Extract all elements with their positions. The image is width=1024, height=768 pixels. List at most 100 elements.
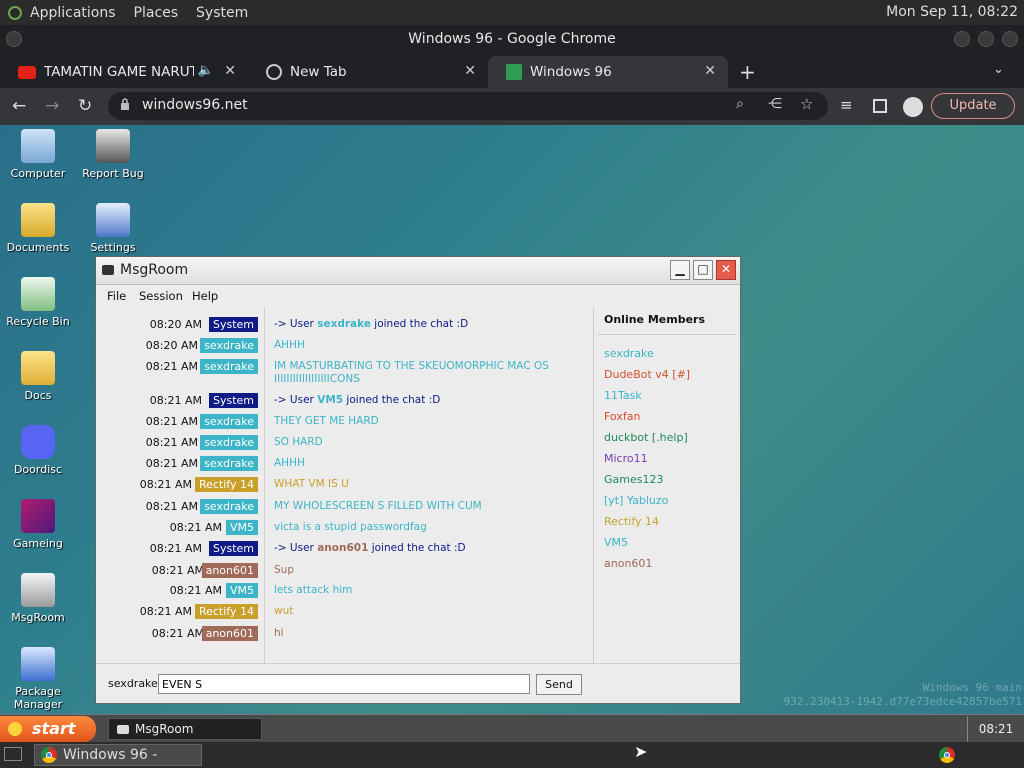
desktop-icon-package-manager[interactable]: Package Manager: [0, 647, 76, 711]
message-user-badge[interactable]: sexdrake: [200, 456, 258, 471]
member-name[interactable]: Games123: [604, 473, 663, 486]
speaker-icon[interactable]: 🔈: [198, 63, 214, 78]
win96-taskbar: start MsgRoom 08:21: [0, 714, 1024, 743]
start-button[interactable]: start: [0, 716, 96, 742]
message-text: AHHH: [274, 457, 305, 469]
host-taskbar: Windows 96 - Goog... ➤: [0, 742, 1024, 768]
message-user-badge[interactable]: sexdrake: [200, 499, 258, 514]
message-user-badge[interactable]: sexdrake: [200, 338, 258, 353]
menu-help[interactable]: Help: [192, 289, 218, 303]
desktop-icon-computer[interactable]: Computer: [0, 129, 76, 180]
desktop-icon-gameing[interactable]: Gameing: [0, 499, 76, 550]
desktop-icon-settings[interactable]: Settings: [75, 203, 151, 254]
message-user-badge[interactable]: Rectify 14: [194, 477, 258, 492]
desktop-icon-label: Gameing: [13, 537, 63, 550]
forward-arrow-icon[interactable]: →: [45, 96, 59, 116]
tab-close-icon[interactable]: ✕: [704, 63, 716, 79]
message-user-badge[interactable]: System: [208, 317, 258, 332]
msgroom-menubar: File Session Help: [96, 285, 740, 307]
message-timestamp: 08:21 AM: [145, 457, 198, 470]
message-text: -> User anon601 joined the chat :D: [274, 542, 564, 555]
member-name[interactable]: DudeBot v4 [#]: [604, 368, 690, 381]
reading-list-icon[interactable]: ≡: [840, 96, 853, 114]
message-user-badge[interactable]: anon601: [201, 626, 258, 641]
send-button[interactable]: Send: [536, 674, 582, 695]
panel-clock[interactable]: Mon Sep 11, 08:22: [886, 4, 1018, 20]
desktop-icon-docs[interactable]: Docs: [0, 351, 76, 402]
tab-close-icon[interactable]: ✕: [224, 63, 236, 79]
menu-file[interactable]: File: [107, 289, 126, 303]
taskbar-item-label: MsgRoom: [135, 722, 194, 736]
maximize-button[interactable]: □: [693, 260, 713, 280]
desktop-icon-report-bug[interactable]: Report Bug: [75, 129, 151, 180]
desktop-icon-label: Settings: [90, 241, 136, 254]
desktop-icon-recycle-bin[interactable]: Recycle Bin: [0, 277, 76, 328]
side-panel-icon[interactable]: [873, 99, 887, 113]
address-bar[interactable]: windows96.net ⌕ ⋲ ☆: [108, 92, 828, 120]
menu-applications[interactable]: Applications: [30, 5, 116, 21]
new-tab-plus-icon[interactable]: +: [739, 60, 756, 84]
member-name[interactable]: Rectify 14: [604, 515, 659, 528]
desktop-icon-label: Recycle Bin: [6, 315, 70, 328]
msgroom-titlebar[interactable]: MsgRoom ▁ □ ✕: [96, 257, 740, 285]
profile-avatar-icon[interactable]: [903, 97, 923, 117]
tab-close-icon[interactable]: ✕: [464, 63, 476, 79]
current-username: sexdrake: [108, 677, 158, 690]
msgroom-window: MsgRoom ▁ □ ✕ File Session Help 08:20 AM…: [95, 256, 741, 704]
system-prefix: -> User: [274, 542, 318, 554]
minimize-icon[interactable]: [954, 31, 970, 47]
member-name[interactable]: Micro11: [604, 452, 648, 465]
message-text: -> User VM5 joined the chat :D: [274, 394, 564, 407]
taskbar-item-msgroom[interactable]: MsgRoom: [108, 718, 262, 740]
menu-places[interactable]: Places: [134, 5, 179, 21]
message-text: victa is a stupid passwordfag: [274, 521, 427, 533]
host-task-chrome[interactable]: Windows 96 - Goog...: [34, 744, 202, 768]
search-icon[interactable]: ⌕: [736, 96, 744, 112]
tab-new-tab[interactable]: New Tab ✕: [248, 56, 488, 88]
member-name[interactable]: [yt] Yabluzo: [604, 494, 668, 507]
maximize-icon[interactable]: [978, 31, 994, 47]
member-name[interactable]: VM5: [604, 536, 628, 549]
tab-windows96[interactable]: Windows 96 ✕: [488, 56, 728, 88]
win96-clock[interactable]: 08:21: [967, 716, 1024, 742]
menu-system[interactable]: System: [196, 5, 248, 21]
member-name[interactable]: duckbot [.help]: [604, 431, 688, 444]
desktop-icon-documents[interactable]: Documents: [0, 203, 76, 254]
desktop-icon-doordisc[interactable]: Doordisc: [0, 425, 76, 476]
message-user-badge[interactable]: VM5: [225, 520, 258, 535]
menu-session[interactable]: Session: [139, 289, 183, 303]
distro-logo-icon[interactable]: [8, 5, 22, 20]
close-button[interactable]: ✕: [716, 260, 736, 280]
reload-icon[interactable]: ↻: [78, 96, 92, 116]
close-icon[interactable]: [1002, 31, 1018, 47]
tab-strip: TAMATIN GAME NARUTO 🔈 ✕ New Tab ✕ Window…: [0, 54, 1024, 88]
message-user-badge[interactable]: VM5: [225, 583, 258, 598]
message-user-badge[interactable]: System: [208, 541, 258, 556]
update-button[interactable]: Update: [931, 93, 1015, 119]
message-user-badge[interactable]: anon601: [201, 563, 258, 578]
show-desktop-icon[interactable]: [4, 747, 22, 761]
message-timestamp: 08:21 AM: [169, 584, 222, 597]
chrome-tray-icon[interactable]: [939, 747, 955, 763]
back-arrow-icon[interactable]: ←: [12, 96, 26, 116]
message-user-badge[interactable]: Rectify 14: [194, 604, 258, 619]
message-user-badge[interactable]: System: [208, 393, 258, 408]
message-input[interactable]: [158, 674, 530, 694]
tab-tamatin[interactable]: TAMATIN GAME NARUTO 🔈 ✕: [0, 56, 248, 88]
message-user-badge[interactable]: sexdrake: [200, 359, 258, 374]
message-timestamp: 08:21 AM: [151, 627, 204, 640]
tab-search-chevron-icon[interactable]: ⌄: [993, 62, 1004, 77]
message-user-badge[interactable]: sexdrake: [200, 414, 258, 429]
window-menu-icon[interactable]: [6, 31, 22, 47]
member-name[interactable]: anon601: [604, 557, 652, 570]
minimize-button[interactable]: ▁: [670, 260, 690, 280]
bookmark-star-icon[interactable]: ☆: [800, 95, 813, 113]
member-name[interactable]: sexdrake: [604, 347, 654, 360]
member-name[interactable]: 11Task: [604, 389, 642, 402]
desktop-icon-msgroom[interactable]: MsgRoom: [0, 573, 76, 624]
tab-label: New Tab: [290, 64, 347, 80]
member-name[interactable]: Foxfan: [604, 410, 640, 423]
chat-messages: -> User sexdrake joined the chat :D AHHH I…: [266, 307, 592, 663]
share-icon[interactable]: ⋲: [768, 96, 782, 112]
message-user-badge[interactable]: sexdrake: [200, 435, 258, 450]
